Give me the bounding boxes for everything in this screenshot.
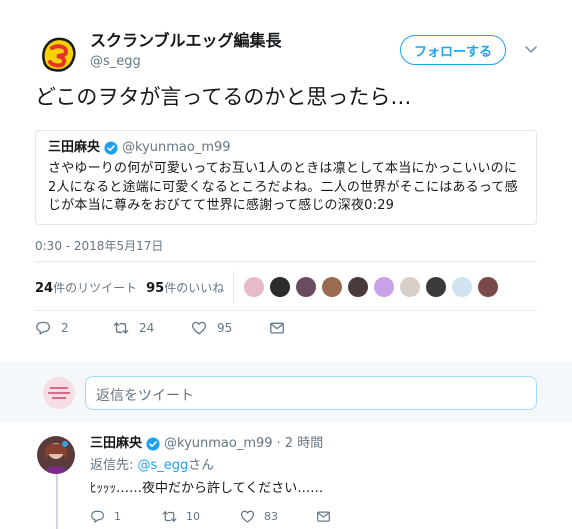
like-stat[interactable]: 95件のいいね	[146, 279, 224, 296]
liker-avatar[interactable]	[270, 277, 290, 297]
tweet-text: どこのヲタが言ってるのかと思ったら…	[35, 85, 412, 109]
reply-author-handle[interactable]: @kyunmao_m99	[164, 435, 273, 453]
message-action[interactable]	[269, 320, 285, 336]
liker-avatar[interactable]	[478, 277, 498, 297]
reply-icon	[36, 321, 50, 335]
quoted-author-handle: @kyunmao_m99	[122, 140, 231, 155]
verified-badge-icon	[146, 437, 160, 451]
reply-like-action[interactable]: 83	[240, 509, 316, 524]
liker-avatar[interactable]	[244, 277, 264, 297]
retweet-stat[interactable]: 24件のリツイート	[35, 279, 137, 296]
retweet-icon	[162, 510, 177, 522]
reply-retweet-count: 10	[186, 509, 200, 523]
quoted-tweet-text: さやゆーりの何が可愛いってお互い1人のときは凛として本当にかっこいいのに2人にな…	[48, 161, 518, 214]
author-name-block: スクランブルエッグ編集長 @s_egg	[90, 31, 282, 71]
user-avatar-image	[43, 377, 75, 409]
like-stat-label: 件のいいね	[164, 280, 225, 295]
tweet-stats: 24件のリツイート 95件のいいね	[35, 277, 233, 297]
author-handle[interactable]: @s_egg	[90, 53, 282, 71]
like-stat-count: 95	[146, 280, 165, 296]
current-user-avatar[interactable]	[43, 377, 75, 409]
reply-author-name[interactable]: 三田麻央	[90, 435, 142, 453]
retweet-stat-label: 件のリツイート	[53, 280, 138, 295]
reply-actions: 1 10 83	[90, 508, 331, 524]
reply-action[interactable]: 2	[35, 320, 113, 336]
reply-input[interactable]: 返信をツイート	[85, 376, 537, 410]
follow-button[interactable]: フォローする	[400, 35, 506, 65]
egg-logo-icon	[35, 31, 82, 78]
reply-time[interactable]: · 2 時間	[277, 435, 324, 453]
reply-message-action[interactable]	[316, 509, 331, 524]
heart-icon	[240, 510, 255, 523]
reply-retweet-action[interactable]: 10	[162, 509, 240, 524]
liker-avatar[interactable]	[348, 277, 368, 297]
quoted-tweet[interactable]: 三田麻央 @kyunmao_m99 さやゆーりの何が可愛いってお互い1人のときは…	[35, 130, 537, 225]
reply-count: 2	[61, 321, 69, 335]
envelope-icon	[317, 510, 330, 522]
liker-avatar[interactable]	[452, 277, 472, 297]
liker-avatars	[244, 277, 504, 297]
heart-icon	[191, 321, 207, 335]
reply-text: ﾋｯｯｯ……夜中だから許してください……	[90, 481, 324, 496]
reply-reply-count: 1	[114, 509, 121, 523]
liker-avatar[interactable]	[426, 277, 446, 297]
reply-reply-action[interactable]: 1	[90, 509, 162, 524]
retweet-icon	[113, 322, 129, 334]
chevron-down-icon[interactable]	[523, 41, 539, 57]
thread-line	[56, 474, 58, 529]
divider	[35, 310, 537, 311]
reply-to-mention[interactable]: @s_egg	[138, 458, 189, 473]
reply-to-suffix: さん	[188, 458, 215, 473]
reply-header: 三田麻央 @kyunmao_m99 · 2 時間	[90, 435, 323, 453]
liker-avatar[interactable]	[296, 277, 316, 297]
stats-separator	[233, 270, 234, 304]
reply-to-prefix: 返信先:	[90, 458, 138, 473]
quoted-author-name: 三田麻央	[48, 140, 101, 155]
retweet-action[interactable]: 24	[113, 320, 191, 336]
author-avatar[interactable]	[35, 31, 82, 78]
tweet-actions: 2 24 95	[35, 319, 285, 337]
reply-icon	[91, 510, 105, 523]
reply-composer: 返信をツイート	[0, 362, 572, 422]
quoted-tweet-header: 三田麻央 @kyunmao_m99	[48, 139, 524, 157]
tweet-timestamp[interactable]: 0:30 - 2018年5月17日	[35, 237, 163, 254]
retweet-stat-count: 24	[35, 280, 54, 296]
divider	[35, 261, 537, 262]
reply-avatar-image	[37, 436, 75, 474]
tweet: スクランブルエッグ編集長 @s_egg フォローする どこのヲタが言ってるのかと…	[0, 0, 572, 362]
retweet-count: 24	[139, 321, 155, 335]
envelope-icon	[270, 322, 284, 334]
author-display-name[interactable]: スクランブルエッグ編集長	[90, 31, 282, 51]
like-count: 95	[217, 321, 233, 335]
verified-badge-icon	[104, 141, 118, 155]
reply-to-line: 返信先: @s_eggさん	[90, 457, 214, 475]
liker-avatar[interactable]	[322, 277, 342, 297]
like-action[interactable]: 95	[191, 320, 269, 336]
liker-avatar[interactable]	[374, 277, 394, 297]
reply-like-count: 83	[264, 509, 278, 523]
liker-avatar[interactable]	[400, 277, 420, 297]
reply-author-avatar[interactable]	[37, 436, 75, 474]
